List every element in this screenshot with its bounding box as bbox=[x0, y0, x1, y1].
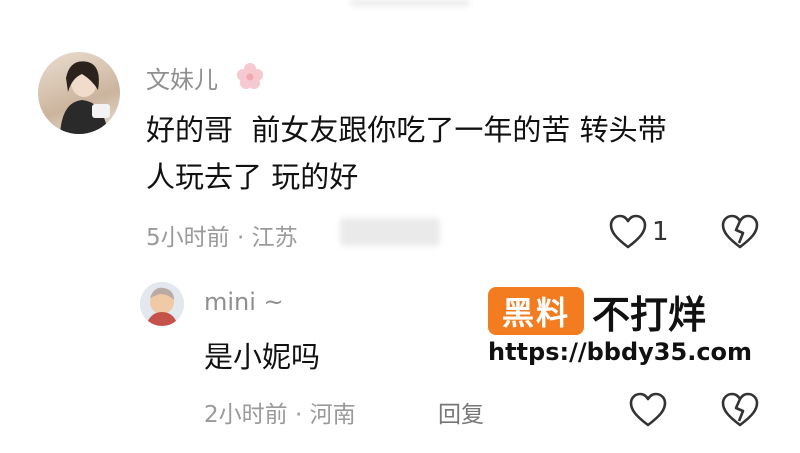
watermark-title: 不打烊 bbox=[592, 293, 707, 337]
watermark-badge: 黑料 bbox=[488, 287, 584, 335]
reply-location: 河南 bbox=[309, 402, 356, 428]
avatar[interactable] bbox=[38, 52, 120, 134]
comment-location: 江苏 bbox=[251, 225, 298, 251]
reply-button[interactable]: 回复 bbox=[438, 395, 484, 429]
comment-time: 5小时前 bbox=[146, 225, 230, 251]
comment-meta: 5小时前 · 江苏 bbox=[146, 218, 298, 252]
heart-icon[interactable] bbox=[628, 391, 668, 429]
broken-heart-icon[interactable] bbox=[720, 391, 760, 429]
broken-heart-icon[interactable] bbox=[720, 213, 760, 251]
meta-separator: · bbox=[294, 402, 310, 428]
heart-icon[interactable] bbox=[608, 213, 648, 251]
comment-text-line-1: 好的哥 前女友跟你吃了一年的苦 转头带 bbox=[146, 113, 667, 147]
watermark-url: https://bbdy35.com bbox=[488, 338, 753, 366]
comment-text-line-2: 人玩去了 玩的好 bbox=[146, 160, 359, 194]
reply-text: 是小妮吗 bbox=[204, 340, 321, 374]
blurred-region bbox=[340, 218, 440, 246]
reply-meta: 2小时前 · 河南 bbox=[204, 395, 356, 429]
reply-avatar[interactable] bbox=[140, 282, 184, 326]
top-blur-artifact bbox=[350, 0, 470, 6]
flower-icon bbox=[237, 63, 263, 89]
meta-separator: · bbox=[236, 225, 252, 251]
reply-avatar-image bbox=[140, 282, 184, 326]
reply-username[interactable]: mini ~ bbox=[204, 288, 284, 316]
comment-username[interactable]: 文妹儿 bbox=[146, 60, 218, 95]
avatar-photo bbox=[60, 61, 110, 134]
reply-time: 2小时前 bbox=[204, 402, 288, 428]
like-count: 1 bbox=[652, 217, 669, 247]
